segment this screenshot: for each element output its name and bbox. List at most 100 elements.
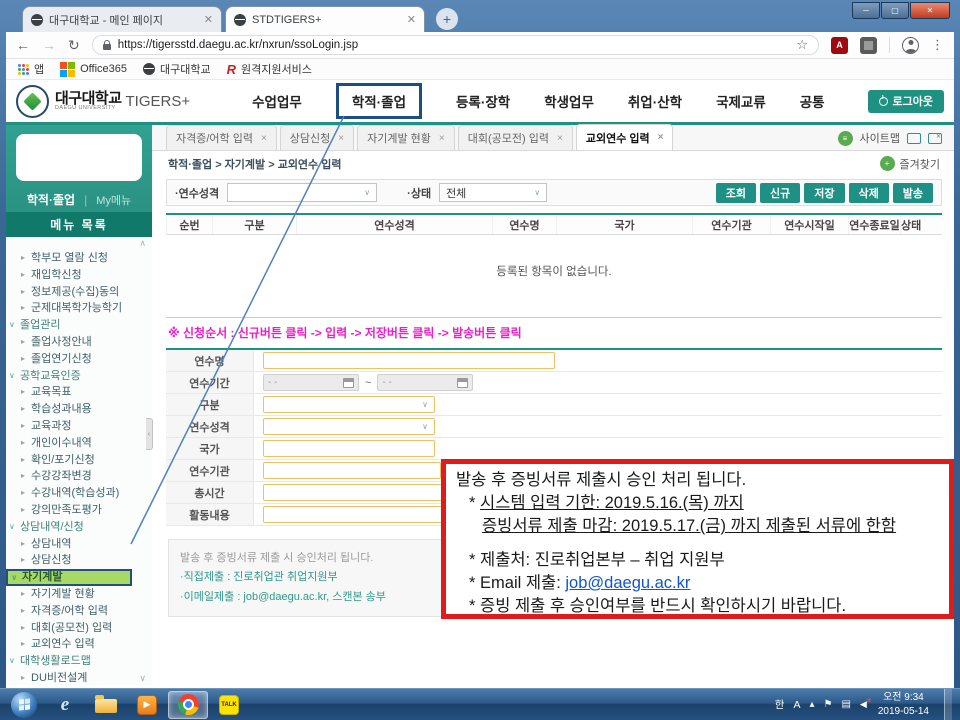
sidebar-item[interactable]: 학습성과내용 [6, 401, 152, 418]
taskbar-media-player[interactable]: ▶ [127, 691, 167, 719]
training-type-form-select[interactable]: ∨ [263, 418, 435, 435]
grid-column-header[interactable]: 순번 [166, 215, 212, 234]
sitemap-icon[interactable]: ≡ [838, 131, 853, 146]
maximize-button[interactable]: ▢ [881, 2, 909, 19]
sidebar-item[interactable]: 대회(공모전) 입력 [6, 620, 152, 637]
url-text[interactable]: https://tigersstd.daegu.ac.kr/nxrun/ssoL… [118, 39, 358, 51]
training-type-select[interactable]: ∨ [227, 183, 377, 202]
tab-close-icon[interactable]: ✕ [204, 13, 213, 26]
sidebar-item[interactable]: 상담내역 [6, 536, 152, 553]
sitemap-label[interactable]: 사이트맵 [860, 130, 900, 146]
sidebar-item[interactable]: 재입학신청 [6, 267, 152, 284]
sidebar-item[interactable]: 교육목표 [6, 384, 152, 401]
volume-muted-icon[interactable]: ◀✕ [860, 699, 867, 710]
sidebar-item[interactable]: 개인이수내역 [6, 435, 152, 452]
workspace-tab[interactable]: 교외연수 입력 × [576, 124, 674, 150]
email-link[interactable]: job@daegu.ac.kr [565, 574, 690, 592]
bookmark-star-icon[interactable]: ☆ [796, 37, 808, 53]
grid-column-header[interactable]: 상태 [900, 215, 921, 234]
grid-column-header[interactable]: 연수기관 [692, 215, 770, 234]
sidebar-item[interactable]: 정보제공(수집)동의 [6, 284, 152, 301]
grid-column-header[interactable]: 국가 [556, 215, 692, 234]
minimize-button[interactable]: ─ [852, 2, 880, 19]
network-icon[interactable]: ▤ [841, 699, 850, 710]
sidebar-item[interactable]: 상담내역/신청 [6, 519, 152, 536]
tab-close-icon[interactable]: × [261, 133, 267, 144]
window-restore-icon[interactable] [907, 133, 921, 144]
tab-close-icon[interactable]: × [338, 133, 344, 144]
bookmark-office365[interactable]: Office365 [60, 62, 127, 77]
taskbar-explorer[interactable] [86, 691, 126, 719]
sidebar-item[interactable]: 자기계발 [6, 569, 132, 586]
action-button[interactable]: 발송 [893, 183, 933, 203]
sidebar-collapse-handle[interactable]: ‹ [146, 418, 153, 450]
nav-item[interactable]: 취업·산학 [628, 85, 682, 117]
action-center-flag-icon[interactable]: ⚑ [824, 699, 833, 710]
hidden-icons-chevron-icon[interactable]: ▴ [809, 699, 814, 710]
close-button[interactable]: ✕ [910, 2, 950, 19]
calendar-icon[interactable] [457, 378, 468, 388]
sidebar-item[interactable]: 확인/포기신청 [6, 452, 152, 469]
sidebar-tab-active[interactable]: 학적·졸업 [27, 191, 75, 208]
sidebar-item[interactable]: 교외연수 입력 [6, 636, 152, 653]
sidebar-item[interactable]: 수강내역(학습성과) [6, 485, 152, 502]
workspace-tab[interactable]: 자기계발 현황 × [357, 125, 455, 150]
taskbar-kakaotalk[interactable]: TALK [209, 691, 249, 719]
country-input[interactable] [263, 440, 435, 457]
new-tab-button[interactable]: + [436, 8, 458, 30]
grid-column-header[interactable]: 연수명 [492, 215, 556, 234]
tab-close-icon[interactable]: ✕ [407, 13, 416, 26]
sidebar-item[interactable]: 대학생활로드맵 [6, 653, 152, 670]
category-select[interactable]: ∨ [263, 396, 435, 413]
profile-icon[interactable] [902, 37, 919, 54]
tab-close-icon[interactable]: × [439, 133, 445, 144]
logout-button[interactable]: 로그아웃 [868, 90, 944, 113]
browser-tab-active[interactable]: STDTIGERS+ ✕ [225, 6, 425, 32]
sidebar-item[interactable]: 학부모 열람 신청 [6, 250, 152, 267]
window-close-all-icon[interactable] [928, 133, 942, 144]
add-favorite-link[interactable]: + 즐겨찾기 [880, 156, 940, 172]
ime-korean-indicator[interactable]: 한 [775, 697, 785, 712]
sidebar-tab-mymenu[interactable]: My메뉴 [96, 192, 131, 208]
show-desktop-button[interactable] [944, 689, 952, 720]
bookmark-university[interactable]: 대구대학교 [143, 61, 211, 77]
start-button[interactable] [4, 691, 44, 719]
forward-icon[interactable]: → [42, 37, 56, 53]
extension-icon[interactable] [860, 37, 877, 54]
nav-item[interactable]: 등록·장학 [456, 85, 510, 117]
browser-tab[interactable]: 대구대학교 - 메인 페이지 ✕ [22, 6, 222, 32]
sidebar-item[interactable]: 강의만족도평가 [6, 502, 152, 519]
back-icon[interactable]: ← [16, 37, 30, 53]
sidebar-item[interactable]: 졸업사정안내 [6, 334, 152, 351]
workspace-tab[interactable]: 상담신청 × [280, 125, 354, 150]
sidebar-item[interactable]: 공학교육인증 [6, 368, 152, 385]
tab-close-icon[interactable]: × [658, 132, 664, 143]
bookmark-remote-support[interactable]: R 원격지원서비스 [227, 61, 312, 77]
calendar-icon[interactable] [343, 378, 354, 388]
action-button[interactable]: 신규 [760, 183, 800, 203]
sidebar-item[interactable]: 자기계발 현황 [6, 586, 152, 603]
grid-column-header[interactable]: 연수성격 [296, 215, 492, 234]
action-button[interactable]: 삭제 [849, 183, 889, 203]
sidebar-item[interactable]: 교육과정 [6, 418, 152, 435]
sidebar-item[interactable]: 수강강좌변경 [6, 468, 152, 485]
sidebar-item[interactable]: 자격증/어학 입력 [6, 603, 152, 620]
sidebar-item[interactable]: DU비전설계 [6, 670, 152, 685]
address-bar[interactable]: https://tigersstd.daegu.ac.kr/nxrun/ssoL… [92, 35, 819, 55]
sidebar-item[interactable]: 졸업연기신청 [6, 351, 152, 368]
pdf-extension-icon[interactable]: A [831, 37, 848, 54]
status-select[interactable]: 전체 ∨ [439, 183, 547, 202]
grid-column-header[interactable]: 연수시작일 [770, 215, 848, 234]
university-logo-icon[interactable] [16, 85, 49, 118]
grid-column-header[interactable]: 연수종료일 [848, 215, 900, 234]
browser-menu-icon[interactable]: ⋮ [931, 37, 944, 53]
chevron-down-icon[interactable]: ∨ [139, 673, 146, 684]
workspace-tab[interactable]: 자격증/어학 입력 × [166, 125, 277, 150]
sidebar-item[interactable]: 상담신청 [6, 552, 152, 569]
ime-english-indicator[interactable]: A [793, 699, 800, 711]
sidebar-item[interactable]: 졸업관리 [6, 317, 152, 334]
nav-item[interactable]: 학적·졸업 [336, 83, 422, 119]
taskbar-ie[interactable]: e [45, 691, 85, 719]
training-name-input[interactable] [263, 352, 555, 369]
action-button[interactable]: 조회 [716, 183, 756, 203]
